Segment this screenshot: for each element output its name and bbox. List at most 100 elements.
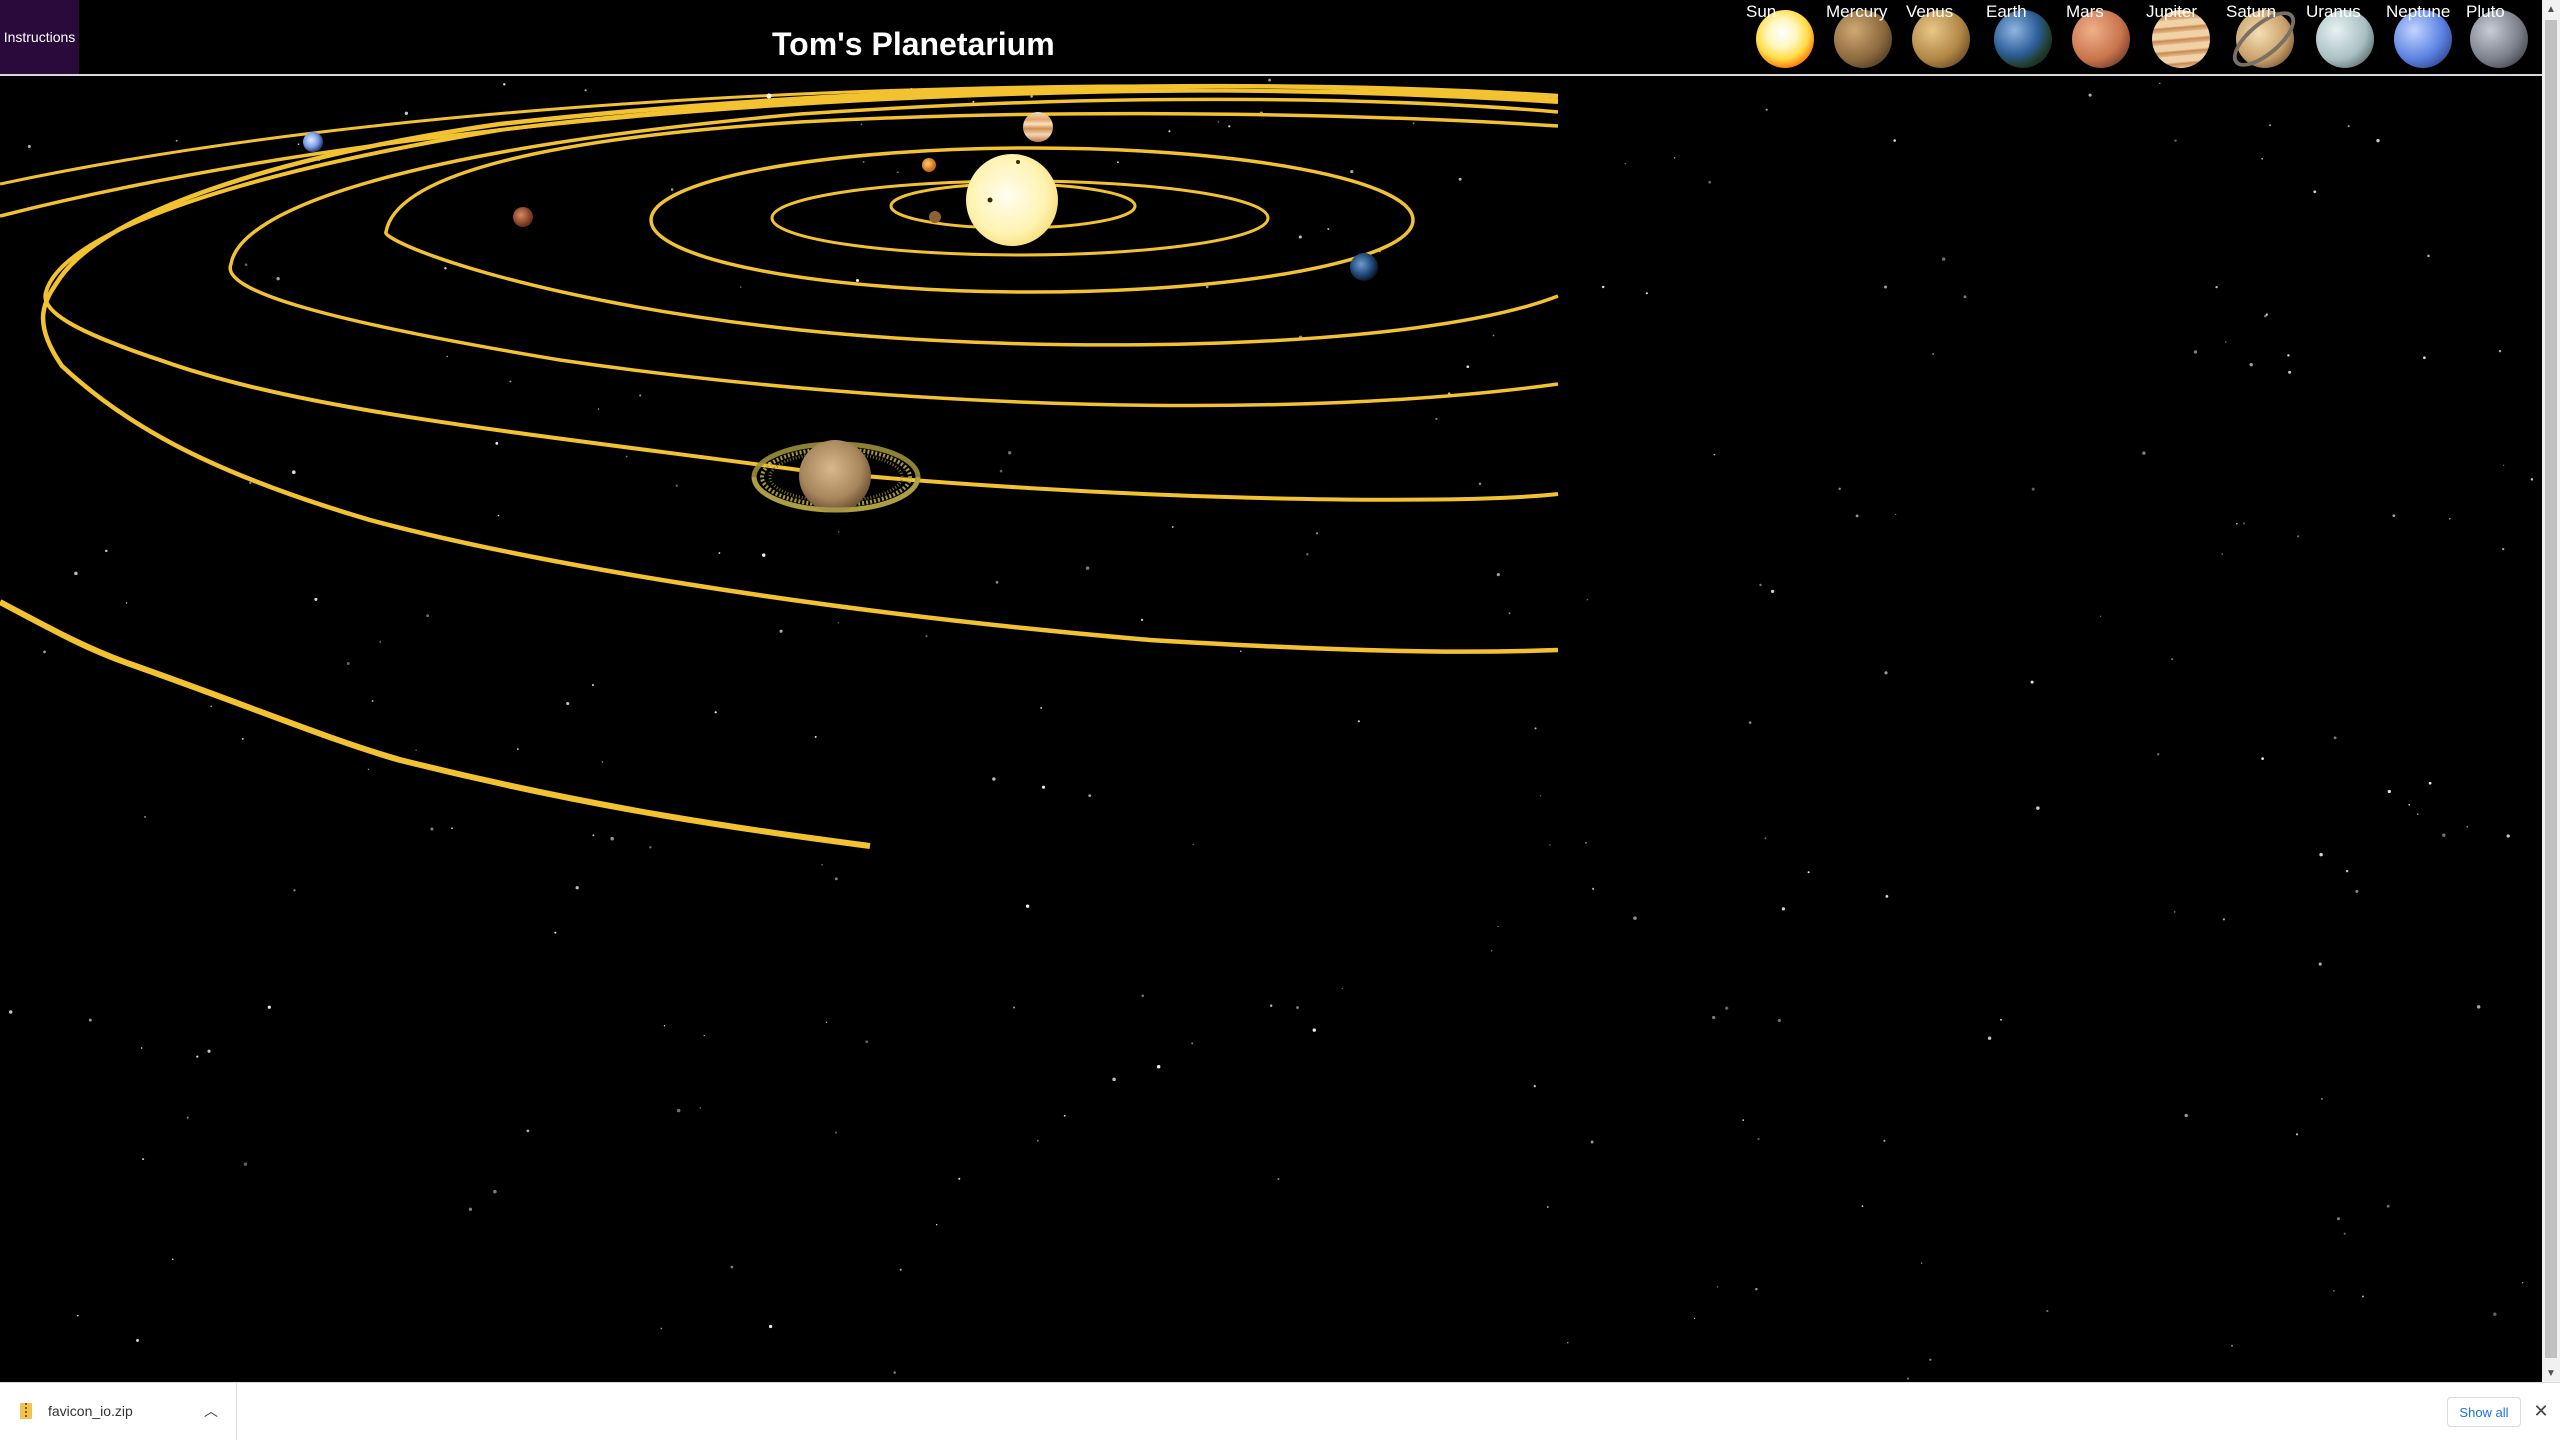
star (1497, 925, 1499, 928)
planet-button-mars[interactable]: Mars (2066, 0, 2144, 74)
scroll-thumb[interactable] (2545, 20, 2557, 1358)
scroll-down-arrow-icon[interactable]: ▼ (2542, 1364, 2560, 1382)
star (999, 469, 1003, 473)
star (1412, 122, 1415, 125)
star (293, 889, 296, 892)
show-all-button[interactable]: Show all (2447, 1397, 2521, 1427)
orbit-uranus (40, 83, 1559, 654)
star (249, 481, 252, 485)
star (1764, 837, 1767, 840)
planet-button-neptune[interactable]: Neptune (2386, 0, 2464, 74)
star (1168, 130, 1171, 133)
orbit-outer (0, 599, 871, 849)
planet-button-saturn[interactable]: Saturn (2223, 0, 2305, 77)
star (1306, 553, 1309, 556)
star (526, 1129, 530, 1133)
star (837, 621, 840, 624)
star (1712, 1015, 1716, 1020)
star (175, 139, 178, 142)
star (1240, 650, 1242, 652)
planet-label: Saturn (2226, 2, 2277, 21)
star (2408, 804, 2410, 806)
star (404, 111, 409, 115)
star (1296, 1006, 1299, 1009)
star (2046, 1309, 2049, 1313)
planet-button-pluto[interactable]: Pluto (2466, 0, 2544, 74)
star (814, 735, 817, 738)
star (136, 1338, 139, 1342)
star (468, 1207, 473, 1211)
sunspot (1016, 160, 1020, 164)
star (207, 1049, 211, 1053)
star (1088, 794, 1092, 797)
star (2296, 1133, 2298, 1136)
star (267, 1005, 271, 1009)
planet-label: Earth (1986, 2, 2027, 21)
star (1567, 1342, 1569, 1344)
star (1549, 844, 1551, 846)
star (2428, 781, 2432, 785)
star (2502, 547, 2505, 551)
star (1192, 843, 1194, 846)
star (703, 1034, 705, 1037)
star (1585, 841, 1587, 844)
star (554, 931, 557, 934)
star (1757, 1138, 1760, 1141)
planet-button-mercury[interactable]: Mercury (1826, 0, 1904, 74)
planet-button-venus[interactable]: Venus (1906, 0, 1984, 74)
star (834, 877, 838, 881)
star (649, 846, 652, 849)
chevron-up-icon[interactable]: ︿ (204, 1401, 218, 1421)
planet-button-earth[interactable]: Earth (1986, 0, 2064, 74)
star (1920, 1262, 1923, 1264)
star (2030, 680, 2034, 684)
star (899, 1268, 902, 1271)
star (1327, 227, 1330, 231)
star (1534, 727, 1537, 730)
star (835, 1131, 837, 1134)
planet-button-jupiter[interactable]: Jupiter (2146, 0, 2224, 74)
star (430, 827, 434, 831)
star (566, 701, 570, 706)
star (1742, 1119, 1745, 1121)
star (493, 1189, 497, 1194)
star (1315, 532, 1319, 535)
planet-label: Sun (1746, 2, 1777, 21)
star (714, 711, 717, 714)
star (2269, 124, 2272, 127)
star (2423, 356, 2426, 360)
star (244, 263, 248, 267)
star (2521, 1282, 2524, 1284)
download-item[interactable]: favicon_io.zip ︿ (0, 1383, 237, 1440)
star (2174, 139, 2177, 142)
star (1894, 513, 1897, 516)
star (601, 761, 604, 763)
star (718, 552, 721, 554)
star (1807, 871, 1810, 874)
star (2224, 341, 2227, 343)
star (1312, 1028, 1317, 1032)
close-icon[interactable]: ✕ (2530, 1399, 2552, 1423)
solar-system-canvas[interactable] (0, 76, 2542, 1382)
planet-button-sun[interactable]: Sun (1746, 0, 1824, 74)
star (761, 553, 766, 557)
star (509, 380, 512, 383)
star (196, 1055, 199, 1058)
star (76, 1314, 79, 1317)
star (625, 455, 628, 458)
star (1217, 121, 1220, 123)
star (768, 1324, 773, 1329)
star (292, 470, 296, 474)
star (995, 580, 999, 584)
vertical-scrollbar[interactable]: ▲ ▼ (2542, 0, 2560, 1382)
star (1156, 1064, 1161, 1069)
star (675, 484, 678, 487)
star (1112, 1077, 1116, 1082)
star (2318, 962, 2322, 966)
planet-button-uranus[interactable]: Uranus (2306, 0, 2384, 74)
star (1478, 482, 1482, 486)
scroll-up-arrow-icon[interactable]: ▲ (2542, 0, 2560, 18)
star (821, 864, 823, 866)
star (663, 1025, 666, 1027)
star (371, 700, 374, 702)
